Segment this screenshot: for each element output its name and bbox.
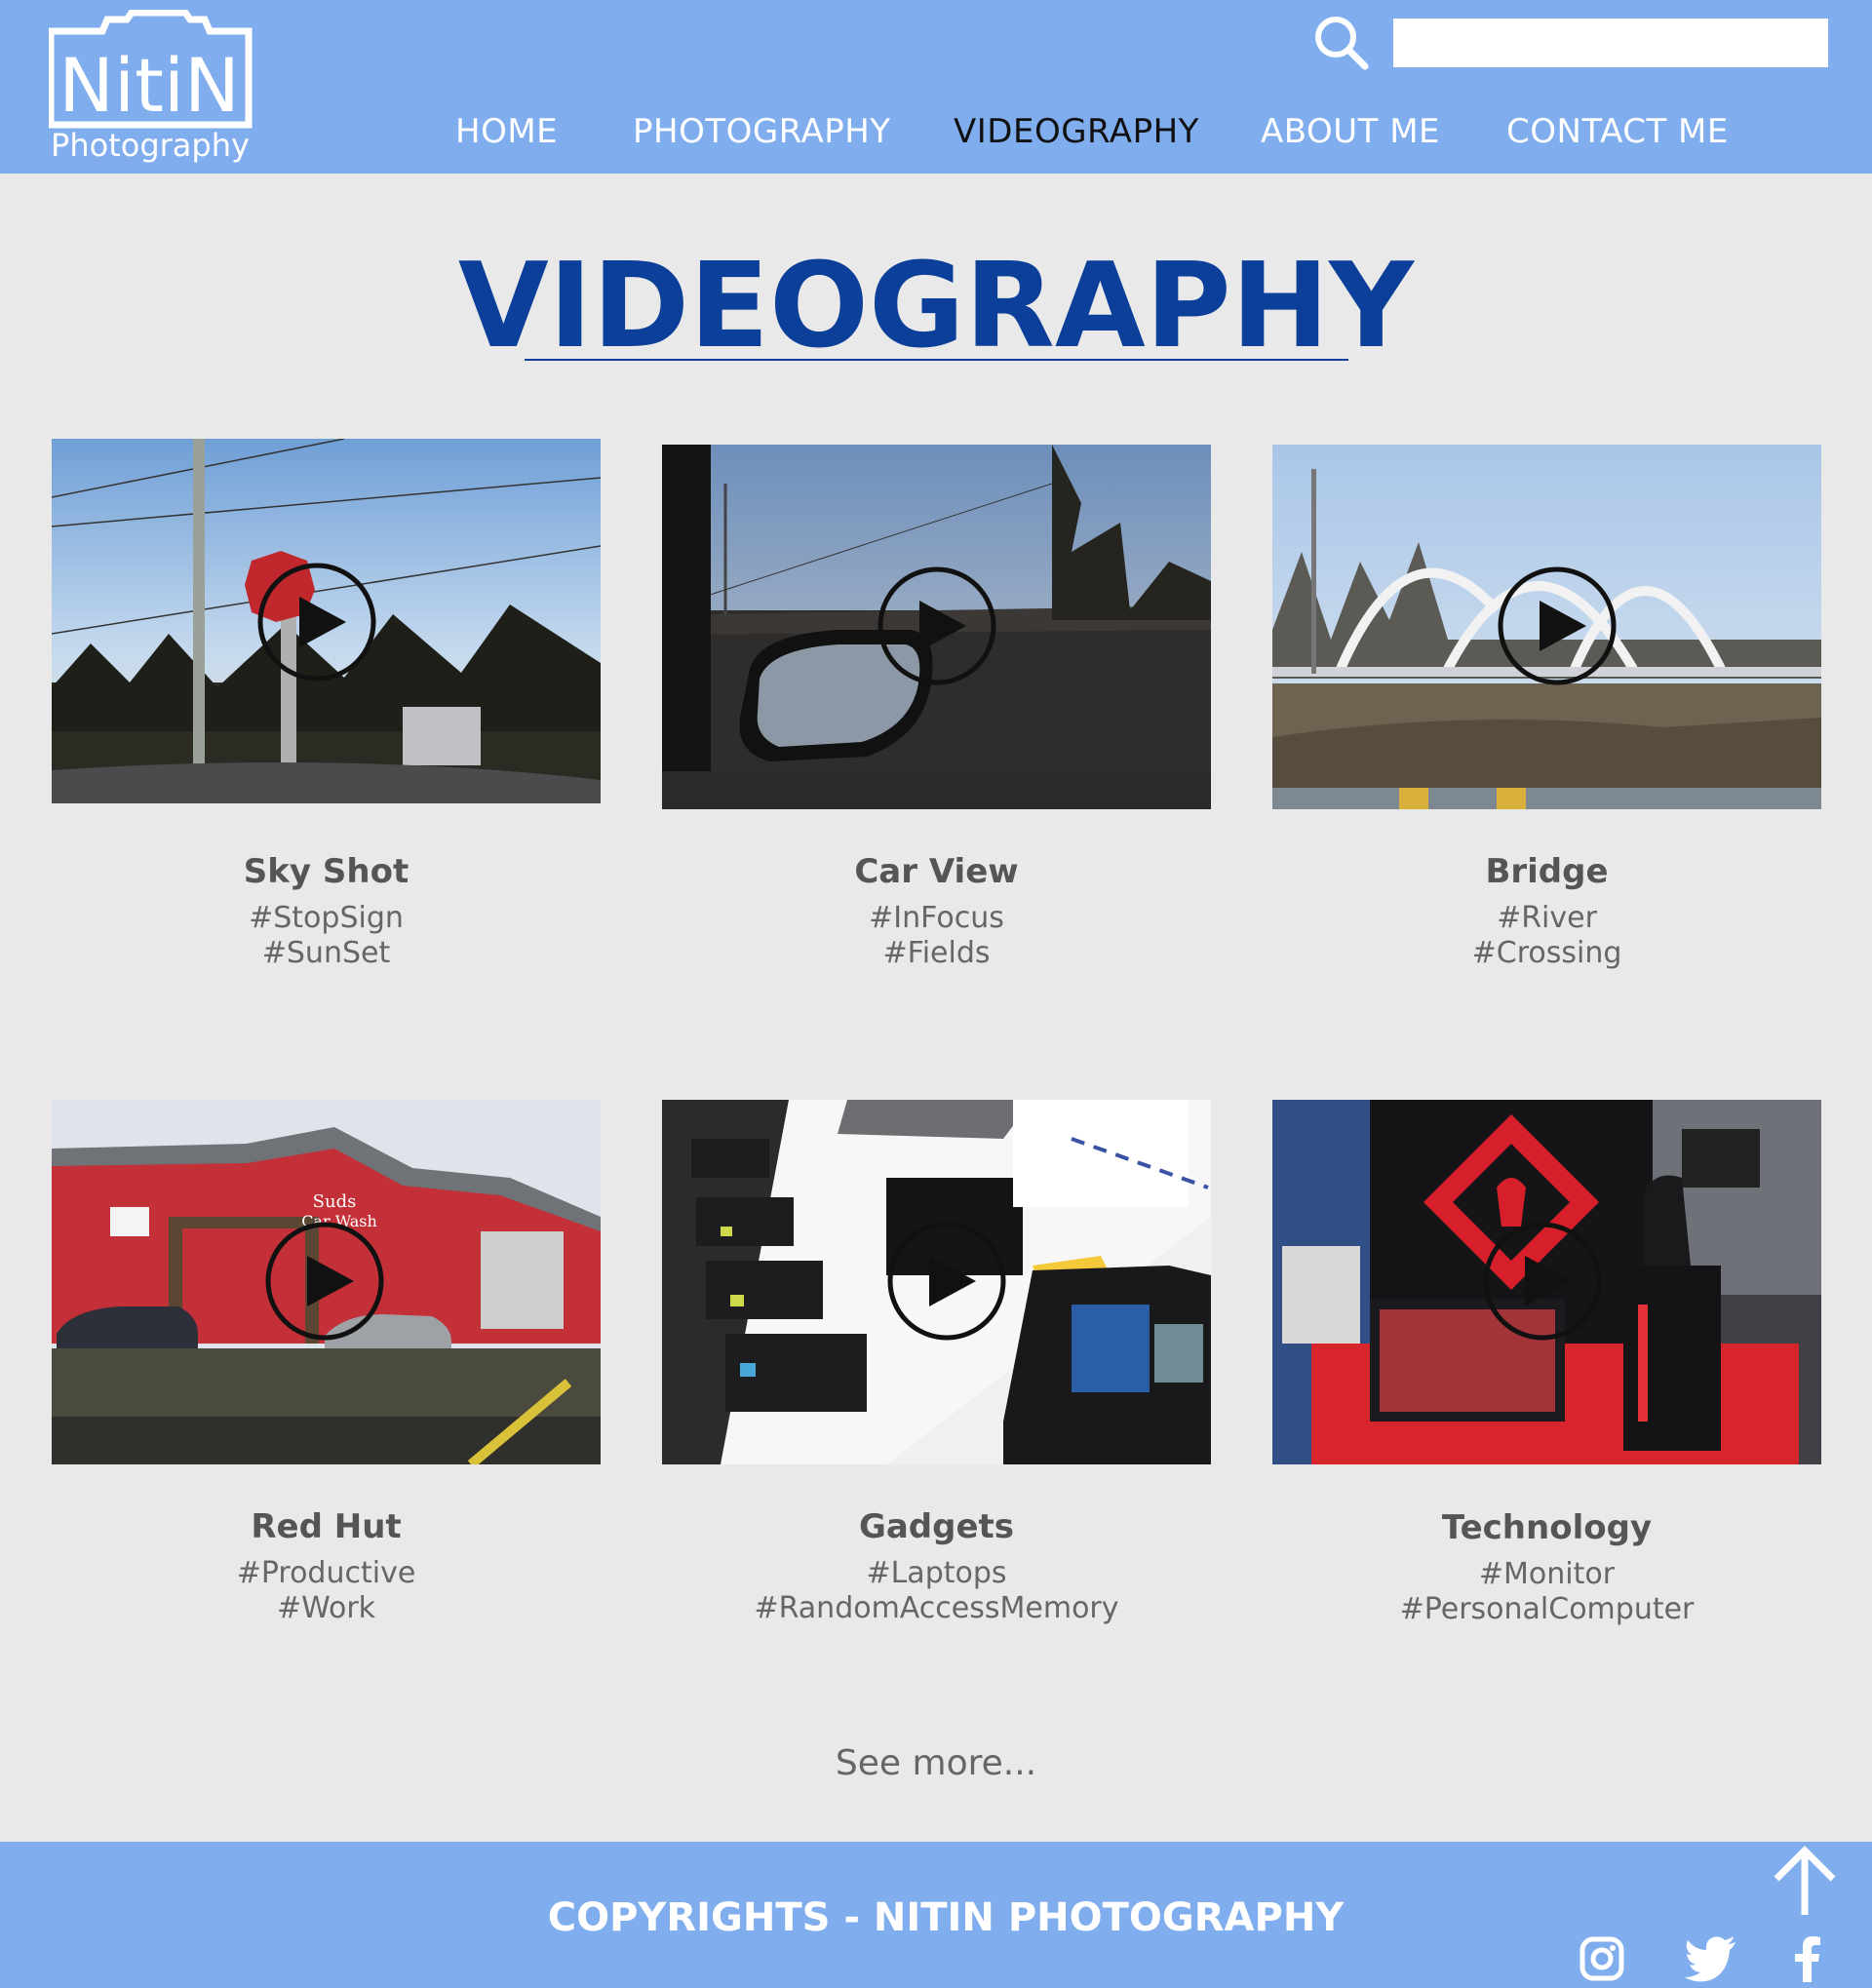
svg-text:Suds: Suds bbox=[313, 1191, 357, 1212]
title-underline bbox=[525, 359, 1348, 361]
nav-contact-me[interactable]: CONTACT ME bbox=[1506, 112, 1729, 151]
see-more-link[interactable]: See more... bbox=[0, 1743, 1872, 1783]
search-icon[interactable] bbox=[1312, 14, 1371, 72]
site-header: NitiN Photography HOME PHOTOGRAPHY VIDEO… bbox=[0, 0, 1872, 174]
nav-about-me[interactable]: ABOUT ME bbox=[1261, 112, 1440, 151]
play-icon[interactable] bbox=[256, 562, 377, 682]
search-input[interactable] bbox=[1393, 19, 1828, 67]
instagram-icon[interactable] bbox=[1579, 1935, 1625, 1982]
video-title: Sky Shot bbox=[243, 852, 410, 891]
video-tag[interactable]: #Productive bbox=[52, 1556, 601, 1590]
video-tag[interactable]: #Crossing bbox=[1272, 936, 1821, 970]
video-title: Technology bbox=[1441, 1508, 1653, 1547]
video-tag[interactable]: #Fields bbox=[662, 936, 1211, 970]
main-nav: HOME PHOTOGRAPHY VIDEOGRAPHY ABOUT ME CO… bbox=[0, 112, 1872, 161]
video-tag[interactable]: #PersonalComputer bbox=[1272, 1592, 1821, 1626]
video-title: Red Hut bbox=[251, 1507, 402, 1546]
nav-videography[interactable]: VIDEOGRAPHY bbox=[954, 112, 1199, 151]
play-icon[interactable] bbox=[1482, 1221, 1603, 1342]
play-icon[interactable] bbox=[877, 565, 997, 686]
copyright-text: COPYRIGHTS - NITIN PHOTOGRAPHY bbox=[547, 1895, 1345, 1940]
play-icon[interactable] bbox=[1497, 565, 1618, 686]
video-title: Car View bbox=[854, 852, 1019, 891]
video-tag[interactable]: #Work bbox=[52, 1591, 601, 1625]
page-title: VIDEOGRAPHY bbox=[457, 239, 1415, 374]
video-tag[interactable]: #Laptops bbox=[662, 1556, 1211, 1590]
play-icon[interactable] bbox=[886, 1221, 1007, 1342]
video-title: Bridge bbox=[1485, 852, 1609, 891]
video-title: Gadgets bbox=[858, 1507, 1015, 1546]
video-tag[interactable]: #River bbox=[1272, 901, 1821, 935]
nav-home[interactable]: HOME bbox=[455, 112, 558, 151]
facebook-icon[interactable] bbox=[1792, 1935, 1821, 1982]
video-tag[interactable]: #RandomAccessMemory bbox=[662, 1591, 1211, 1625]
site-footer: COPYRIGHTS - NITIN PHOTOGRAPHY bbox=[0, 1842, 1872, 1988]
video-tag[interactable]: #Monitor bbox=[1272, 1557, 1821, 1591]
twitter-icon[interactable] bbox=[1685, 1935, 1737, 1982]
video-tag[interactable]: #SunSet bbox=[52, 936, 601, 970]
video-tag[interactable]: #StopSign bbox=[52, 901, 601, 935]
play-icon[interactable] bbox=[264, 1221, 385, 1342]
video-tag[interactable]: #InFocus bbox=[662, 901, 1211, 935]
nav-photography[interactable]: PHOTOGRAPHY bbox=[633, 112, 891, 151]
